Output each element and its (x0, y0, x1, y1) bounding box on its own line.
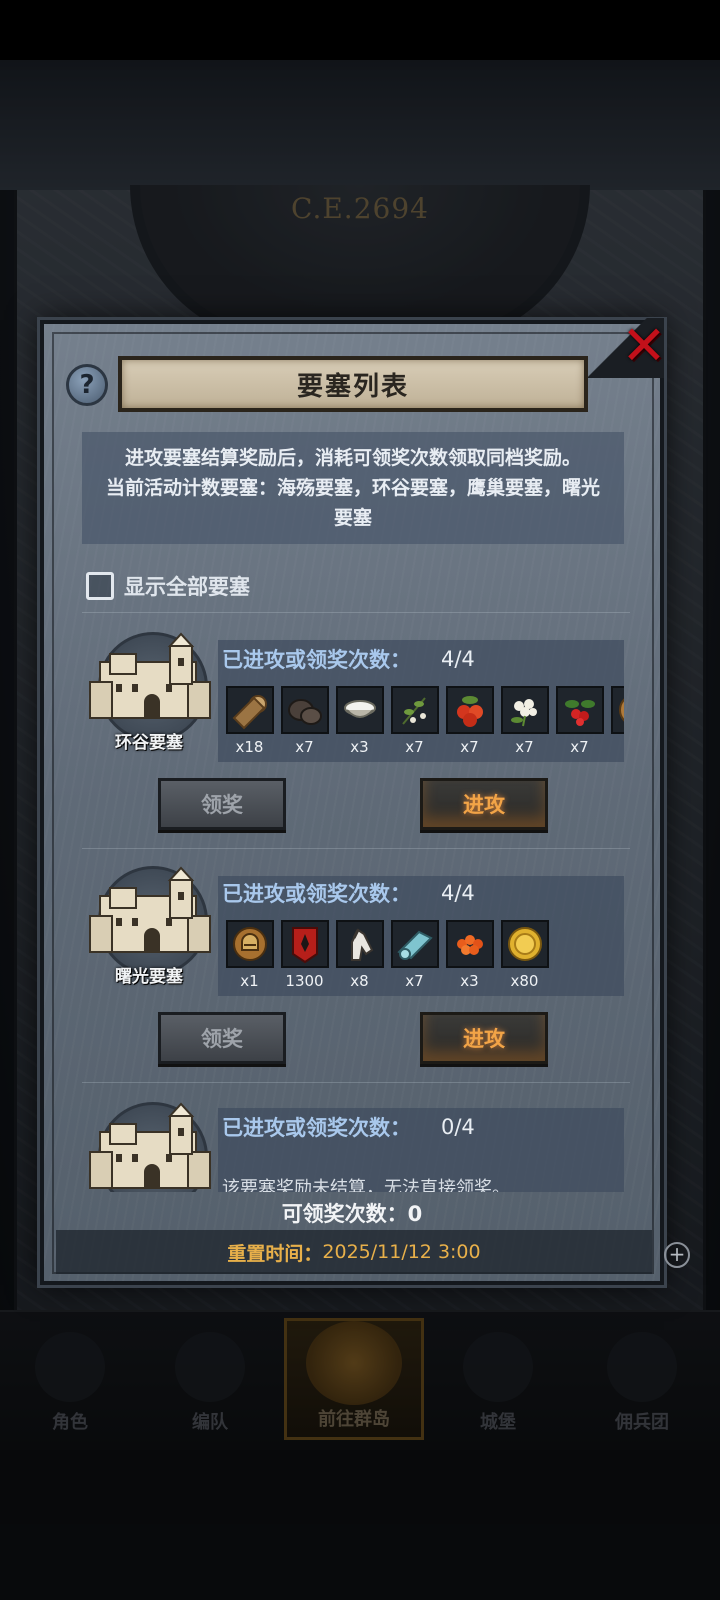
reward-item[interactable]: x18 (222, 686, 277, 766)
castle-icon (89, 866, 211, 953)
reward-item[interactable]: x7 (277, 686, 332, 766)
fortress-badge: 曙光要塞 (82, 866, 216, 988)
reward-item[interactable]: x80 (497, 920, 552, 1000)
reward-qty: x8 (350, 972, 369, 990)
reward-item[interactable]: x7 (497, 686, 552, 766)
fortress-name: 曙光要塞 (115, 967, 183, 987)
reset-label: 重置时间： (227, 1242, 323, 1265)
reward-qty: x3 (350, 738, 369, 756)
reward-qty: x7 (570, 738, 589, 756)
description-line: 进攻要塞结算奖励后，消耗可领奖次数领取同档奖励。 (124, 447, 581, 469)
horse-head-icon (335, 920, 384, 968)
reward-item[interactable]: 1300 (277, 920, 332, 1000)
reward-item[interactable]: x7 (387, 686, 442, 766)
reward-qty: 1300 (285, 972, 324, 990)
unsettled-notice: 该要塞奖励未结算，无法直接领奖。 (222, 1178, 510, 1192)
description-line: 要塞 (333, 507, 372, 529)
reward-list: x18 x7 x3 x7 x7 x7 x7 (222, 686, 624, 766)
reward-qty: x18 (235, 738, 264, 756)
herb-sprig-icon (390, 686, 439, 734)
help-icon[interactable]: ? (66, 364, 108, 406)
claimable-count: 可领奖次数：0 (281, 1202, 423, 1226)
fortress-row-clip: 已进攻或领奖次数： 0/4 该要塞奖励未结算，无法直接领奖。 (60, 1094, 650, 1192)
divider (82, 612, 630, 613)
reward-item[interactable]: x7 (442, 686, 497, 766)
description-box: 进攻要塞结算奖励后，消耗可领奖次数领取同档奖励。 当前活动计数要塞：海殇要塞，环… (82, 432, 624, 544)
reset-value: 2025/11/12 3:00 (322, 1241, 481, 1263)
reward-list: x1 1300 x8 x7 x3 x80 (222, 920, 624, 1000)
red-berries-icon (445, 686, 494, 734)
count-label: 已进攻或领奖次数： (222, 1116, 411, 1140)
close-x-icon[interactable]: ✕ (618, 319, 670, 373)
gold-coin-icon (500, 920, 549, 968)
attack-button[interactable]: 进攻 (420, 1012, 548, 1064)
reward-item[interactable]: x7 (552, 686, 607, 766)
reward-qty: x80 (510, 972, 539, 990)
claim-button[interactable]: 领奖 (158, 1012, 286, 1064)
fortress-badge (82, 1102, 216, 1192)
truffle-icon (280, 686, 329, 734)
fortress-badge: 环谷要塞 (82, 632, 216, 754)
plus-icon[interactable]: + (664, 1242, 690, 1268)
attack-count-row: 已进攻或领奖次数： 4/4 (222, 640, 475, 678)
cloth-roll-icon (390, 920, 439, 968)
reset-time-bar: 重置时间： 2025/11/12 3:00 (56, 1230, 652, 1274)
attack-count-row: 已进攻或领奖次数： 0/4 (222, 1108, 475, 1146)
dialog-title: 要塞列表 (296, 371, 409, 402)
count-value: 0/4 (441, 1115, 475, 1139)
reward-item[interactable]: x7 (387, 920, 442, 1000)
knight-helmet-icon (225, 920, 274, 968)
wood-log-icon (225, 686, 274, 734)
reward-qty: x7 (405, 738, 424, 756)
red-banner-icon (280, 920, 329, 968)
description-line: 当前活动计数要塞：海殇要塞，环谷要塞，鹰巢要塞，曙光 (105, 477, 600, 499)
attack-button[interactable]: 进攻 (420, 778, 548, 830)
reward-qty: x7 (515, 738, 534, 756)
white-flower-icon (500, 686, 549, 734)
reward-item[interactable]: x8 (332, 920, 387, 1000)
reward-item[interactable]: x1 (222, 920, 277, 1000)
title-banner: 要塞列表 (118, 356, 588, 412)
count-value: 4/4 (441, 647, 475, 671)
castle-icon (89, 1102, 211, 1189)
castle-icon (89, 632, 211, 719)
reward-item[interactable]: x3 (332, 686, 387, 766)
show-all-toggle[interactable]: 显示全部要塞 (86, 570, 250, 602)
fortress-name: 环谷要塞 (115, 733, 183, 753)
reward-qty: x1 (240, 972, 259, 990)
reward-item[interactable]: x (607, 686, 624, 766)
divider (82, 848, 630, 849)
count-label: 已进攻或领奖次数： (222, 882, 411, 906)
divider (82, 1082, 630, 1083)
reward-item[interactable]: x3 (442, 920, 497, 1000)
orange-roe-icon (445, 920, 494, 968)
reward-qty: x7 (460, 738, 479, 756)
claim-button[interactable]: 领奖 (158, 778, 286, 830)
reward-qty: x7 (295, 738, 314, 756)
reward-qty: x7 (405, 972, 424, 990)
reward-qty: x3 (460, 972, 479, 990)
show-all-label: 显示全部要塞 (124, 575, 250, 599)
count-value: 4/4 (441, 881, 475, 905)
show-all-checkbox[interactable] (86, 572, 114, 600)
holly-berries-icon (555, 686, 604, 734)
attack-count-row: 已进攻或领奖次数： 4/4 (222, 874, 475, 912)
salt-bowl-icon (335, 686, 384, 734)
bronze-coin-icon (610, 686, 624, 734)
count-label: 已进攻或领奖次数： (222, 648, 411, 672)
